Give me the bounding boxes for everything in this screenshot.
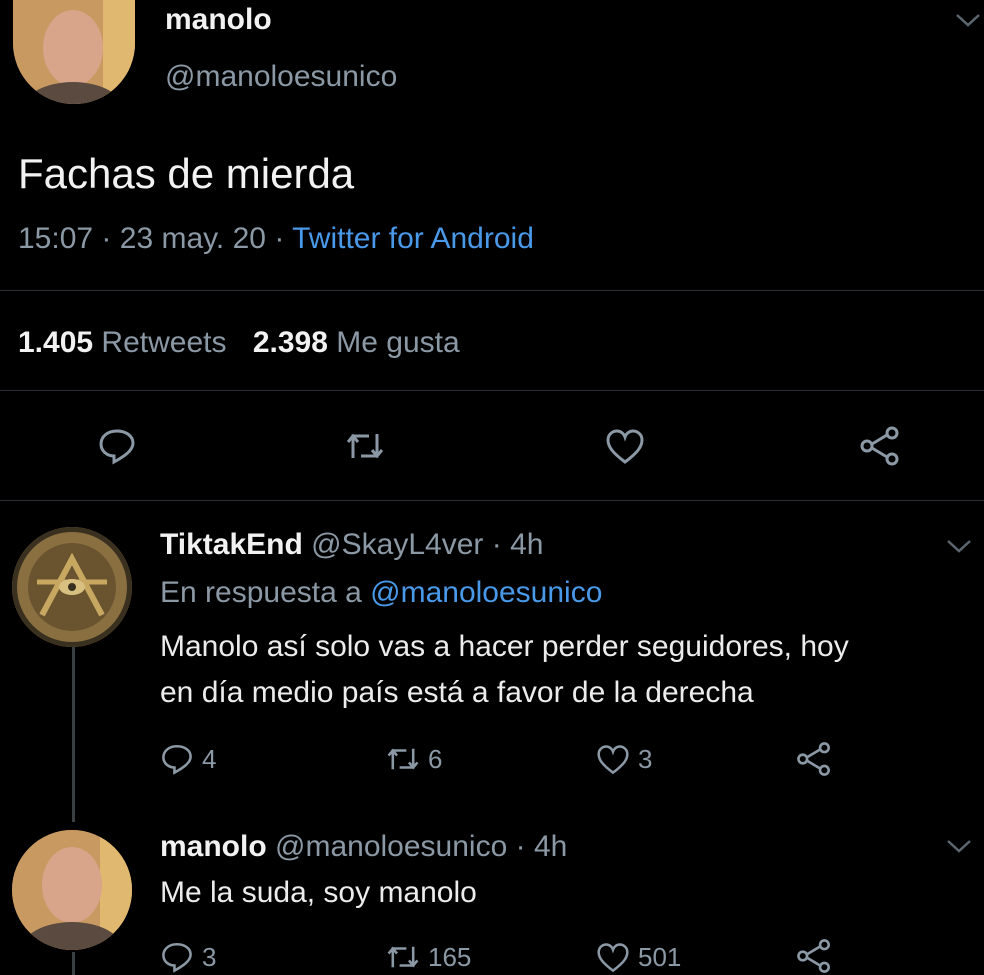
handle[interactable]: @manoloesunico	[165, 60, 397, 94]
share-icon[interactable]	[795, 740, 833, 778]
tweet-age: 4h	[510, 528, 544, 561]
meta-separator: ·	[274, 222, 285, 255]
reply-icon[interactable]	[160, 742, 194, 776]
display-name[interactable]: manolo	[160, 830, 267, 863]
thread-line	[72, 952, 75, 975]
tweet-date: 23 may. 20	[119, 222, 266, 255]
tweet-text: Manolo así solo vas a hacer perder segui…	[160, 630, 849, 663]
retweets-count[interactable]: 1.405	[18, 326, 93, 359]
handle[interactable]: @SkayL4ver	[311, 528, 483, 561]
reply-count: 3	[202, 942, 217, 972]
like-count: 3	[638, 744, 653, 774]
share-icon[interactable]	[795, 937, 833, 975]
retweet-icon[interactable]	[384, 940, 422, 974]
tweet-age: 4h	[533, 830, 568, 863]
avatar[interactable]	[12, 830, 132, 950]
reply-to-handle[interactable]: @manoloesunico	[370, 576, 602, 609]
reply-icon[interactable]	[160, 940, 194, 974]
like-count: 501	[638, 942, 682, 972]
like-icon[interactable]	[596, 942, 630, 974]
tweet-source-link[interactable]: Twitter for Android	[292, 222, 534, 255]
retweet-icon[interactable]	[343, 426, 387, 466]
retweet-count: 165	[428, 942, 472, 972]
tweet-meta: 15:07 · 23 may. 20 · Twitter for Android	[18, 222, 534, 256]
display-name[interactable]: manolo	[165, 3, 272, 37]
like-icon[interactable]	[596, 744, 630, 776]
divider	[0, 500, 984, 501]
avatar[interactable]	[13, 0, 135, 104]
retweets-label[interactable]: Retweets	[101, 326, 226, 359]
chevron-down-icon[interactable]	[946, 538, 972, 559]
reply-icon[interactable]	[97, 426, 137, 466]
divider	[0, 390, 984, 391]
chevron-down-icon[interactable]	[946, 838, 972, 859]
tweet-time: 15:07	[18, 222, 94, 255]
reply-to-label: En respuesta a	[160, 576, 362, 609]
tweet-text: Me la suda, soy manolo	[160, 876, 477, 909]
avatar[interactable]	[12, 527, 132, 647]
reply-header: TiktakEnd @SkayL4ver · 4h	[160, 528, 543, 562]
reply-header: manolo @manoloesunico · 4h	[160, 830, 567, 864]
meta-separator: ·	[101, 222, 112, 255]
chevron-down-icon[interactable]	[955, 12, 981, 33]
reply-to: En respuesta a @manoloesunico	[160, 576, 602, 610]
like-icon[interactable]	[605, 428, 645, 466]
reply-count: 4	[202, 744, 217, 774]
retweet-icon[interactable]	[384, 742, 422, 776]
tweet-text: en día medio país está a favor de la der…	[160, 676, 754, 709]
display-name[interactable]: TiktakEnd	[160, 528, 303, 561]
handle[interactable]: @manoloesunico	[275, 830, 507, 863]
divider	[0, 290, 984, 291]
likes-count[interactable]: 2.398	[253, 326, 328, 359]
share-icon[interactable]	[858, 424, 902, 468]
retweet-count: 6	[428, 744, 443, 774]
meta-separator: ·	[515, 830, 526, 863]
meta-separator: ·	[491, 528, 502, 561]
tweet-stats: 1.405 Retweets 2.398 Me gusta	[18, 326, 460, 360]
likes-label[interactable]: Me gusta	[336, 326, 459, 359]
tweet-text: Fachas de mierda	[18, 150, 355, 197]
